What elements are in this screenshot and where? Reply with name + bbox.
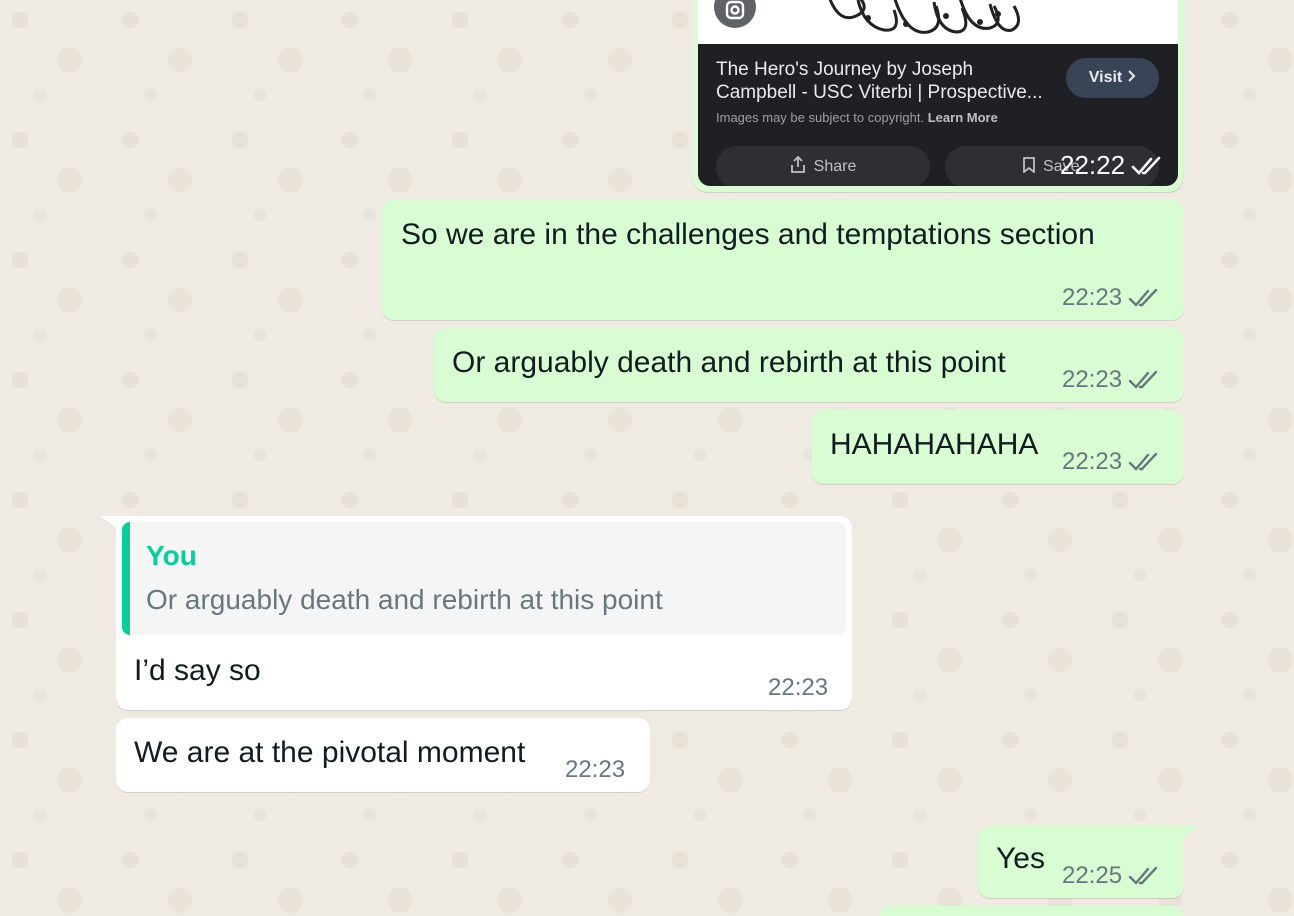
message-text: We are at the pivotal moment (134, 736, 526, 769)
image-thumbnail (698, 0, 1178, 44)
message-text: Or arguably death and rebirth at this po… (452, 346, 1006, 379)
message-meta: 22:23 (565, 756, 625, 784)
outgoing-message-bubble[interactable]: So we are in the challenges and temptati… (382, 200, 1184, 320)
double-check-icon (1128, 370, 1160, 390)
message-time: 22:23 (1062, 366, 1123, 393)
quoted-message[interactable]: You Or arguably death and rebirth at thi… (122, 522, 846, 635)
visit-button[interactable]: Visit (1066, 58, 1159, 98)
message-time: 22:23 (1062, 448, 1123, 475)
message-text: Yes (996, 842, 1045, 875)
message-time: 22:23 (1062, 284, 1123, 311)
message-time: 22:22 (1060, 150, 1126, 180)
link-preview-title-line1: The Hero's Journey by Joseph (716, 59, 974, 80)
double-check-icon (1131, 156, 1163, 176)
quote-accent-bar (122, 522, 130, 635)
message-text: HAHAHAHAHA (830, 428, 1039, 461)
double-check-icon (1128, 866, 1160, 886)
outgoing-message-bubble-partial[interactable] (880, 906, 1184, 916)
share-button[interactable]: Share (716, 146, 930, 186)
learn-more-link[interactable]: Learn More (928, 110, 998, 125)
message-time: 22:23 (768, 674, 829, 701)
message-meta: 22:23 (1062, 366, 1160, 394)
message-text: I’d say so (134, 654, 261, 687)
message-time: 22:25 (1062, 862, 1123, 889)
message-meta: 22:22 (1060, 150, 1163, 181)
message-meta: 22:23 (1062, 448, 1160, 476)
chevron-right-icon (1128, 69, 1136, 87)
message-text: So we are in the challenges and temptati… (401, 218, 1095, 251)
outgoing-message-bubble[interactable]: Or arguably death and rebirth at this po… (434, 328, 1184, 402)
visit-button-label: Visit (1088, 69, 1123, 86)
copyright-text: Images may be subject to copyright. (716, 110, 925, 125)
hero-journey-illustration (828, 0, 1020, 34)
share-button-label: Share (813, 158, 857, 175)
link-preview-title[interactable]: The Hero's Journey by Joseph Campbell - … (716, 58, 1056, 104)
bookmark-icon (1023, 156, 1035, 178)
message-meta: 22:25 (1062, 862, 1160, 890)
message-meta: 22:23 (1062, 284, 1160, 312)
outgoing-message-bubble[interactable]: Yes 22:25 (978, 826, 1184, 898)
message-meta: 22:23 (768, 674, 828, 702)
double-check-icon (1128, 288, 1160, 308)
link-preview-title-line2: Campbell - USC Viterbi | Prospective... (716, 82, 1043, 103)
outgoing-message-bubble[interactable]: HAHAHAHAHA 22:23 (812, 410, 1184, 484)
quote-text: Or arguably death and rebirth at this po… (146, 584, 663, 615)
incoming-message-bubble[interactable]: We are at the pivotal moment 22:23 (116, 718, 650, 792)
double-check-icon (1128, 452, 1160, 472)
message-time: 22:23 (565, 756, 626, 783)
image-preview-card[interactable]: The Hero's Journey by Joseph Campbell - … (698, 0, 1178, 186)
share-icon (790, 155, 806, 179)
quote-author: You (146, 540, 197, 571)
copyright-notice: Images may be subject to copyright. Lear… (716, 110, 998, 125)
